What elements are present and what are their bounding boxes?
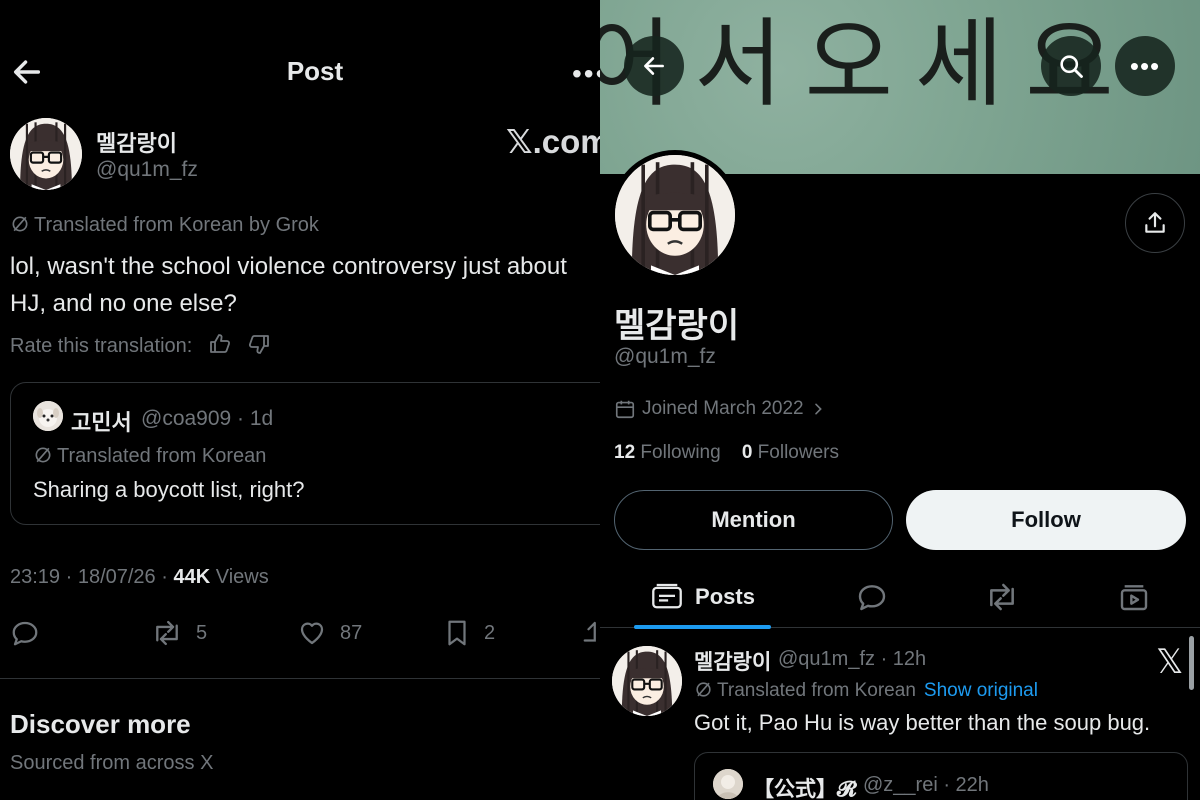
post-detail-pane: Post ••• 멜감랑이 @qu1m_fz 𝕏.com Translated … — [0, 0, 600, 800]
like-count: 87 — [340, 621, 363, 644]
profile-avatar[interactable] — [615, 155, 735, 275]
feed-translation-label: Translated from Korean — [717, 680, 916, 701]
x-logo-icon: 𝕏 — [1156, 643, 1184, 681]
profile-tabs: Posts — [600, 566, 1200, 629]
tab-replies[interactable] — [842, 566, 902, 628]
dog-avatar-icon — [33, 401, 63, 431]
share-button[interactable] — [582, 618, 600, 648]
profile-name: 멜감랑이 — [614, 307, 740, 345]
translation-label: Translated from Korean by Grok — [34, 214, 319, 236]
tab-posts-label: Posts — [695, 584, 755, 609]
thumbs-up-icon[interactable] — [208, 332, 232, 362]
rate-label: Rate this translation: — [10, 335, 193, 357]
feed-author-avatar[interactable] — [612, 646, 682, 716]
posts-icon — [652, 583, 682, 609]
view-count: 44K — [173, 566, 211, 588]
translation-notice: Translated from Korean by Grok — [10, 214, 319, 237]
post-text: lol, wasn't the school violence controve… — [10, 253, 567, 317]
joined-label: Joined March 2022 — [642, 398, 804, 419]
calendar-icon — [615, 400, 635, 419]
feed-author-name[interactable]: 멜감랑이 — [694, 646, 771, 676]
profile-handle: @qu1m_fz — [614, 345, 716, 368]
author-handle[interactable]: @qu1m_fz — [96, 158, 198, 182]
share-icon — [1145, 212, 1165, 233]
author-avatar[interactable] — [10, 118, 82, 190]
avatar-illustration-icon — [10, 118, 82, 190]
following-link[interactable]: 12 Following — [614, 442, 721, 463]
views-label: Views — [210, 566, 269, 588]
mention-button[interactable]: Mention — [614, 490, 893, 550]
followers-link[interactable]: 0 Followers — [742, 442, 839, 463]
active-tab-indicator — [634, 625, 771, 629]
bookmark-count: 2 — [484, 621, 496, 644]
followers-count: 0 — [741, 442, 753, 463]
followers-label: Followers — [752, 442, 839, 463]
post-meta: 23:19 · 18/07/26 · 44K Views — [10, 566, 269, 589]
profile-pane: 어서오세요 ••• 멜감랑이 @qu1m_fz Joined March 202… — [600, 0, 1200, 800]
quoted-author-name: 고민서 — [71, 410, 132, 435]
repost-icon — [156, 620, 178, 646]
avatar-illustration-icon — [615, 155, 735, 275]
following-count: 12 — [614, 442, 636, 463]
avatar-illustration-icon — [612, 646, 682, 716]
post-timestamp: 23:19 · 18/07/26 · — [10, 566, 174, 588]
reply-button[interactable] — [10, 618, 40, 648]
quoted-translation-label: Translated from Korean — [57, 445, 267, 467]
scrollbar[interactable] — [1189, 636, 1194, 690]
back-arrow-icon — [644, 57, 664, 75]
translate-icon — [12, 216, 28, 232]
bookmark-icon — [448, 620, 466, 646]
heart-icon — [300, 622, 324, 645]
quoted-text: Sharing a boycott list, right? — [33, 477, 305, 502]
chevron-right-icon — [814, 403, 822, 415]
reply-icon — [858, 585, 886, 611]
tab-posts[interactable]: Posts — [634, 566, 772, 628]
discover-more-heading: Discover more — [10, 709, 191, 739]
reply-icon — [12, 621, 38, 646]
repost-count: 5 — [196, 621, 208, 644]
feed-quoted-name: 【公式】𝓡 — [753, 778, 857, 800]
more-options-button[interactable]: ••• — [572, 58, 600, 90]
translate-icon — [35, 447, 51, 463]
feed-author-handle[interactable]: @qu1m_fz · 12h — [778, 648, 926, 671]
page-title: Post — [286, 56, 344, 86]
tab-media[interactable] — [1104, 566, 1164, 628]
follow-button[interactable]: Follow — [906, 490, 1186, 550]
media-icon — [1120, 585, 1148, 611]
feed-post-text: Got it, Pao Hu is way better than the so… — [694, 710, 1151, 735]
repost-icon — [990, 583, 1014, 611]
more-options-button[interactable]: ••• — [1115, 36, 1175, 96]
following-label: Following — [635, 442, 721, 463]
share-icon — [583, 621, 596, 642]
joined-date[interactable]: Joined March 2022 — [614, 398, 826, 420]
tab-reposts[interactable] — [972, 566, 1032, 628]
like-button[interactable]: 87 — [296, 618, 362, 648]
post-header: Post ••• — [0, 0, 600, 140]
bookmark-button[interactable]: 2 — [442, 618, 495, 648]
search-icon — [1060, 55, 1083, 78]
feed-translation-notice: Translated from Korean Show original — [694, 680, 1038, 702]
repost-button[interactable]: 5 — [150, 618, 207, 648]
back-button[interactable] — [624, 36, 684, 96]
quoted-avatar — [33, 401, 63, 431]
feed-quoted-handle: @z__rei · 22h — [863, 774, 989, 796]
follow-stats: 12 Following 0 Followers — [614, 442, 839, 464]
watermark: 𝕏.com — [506, 123, 600, 160]
quoted-author-handle: @coa909 · 1d — [141, 407, 274, 430]
divider — [0, 678, 600, 679]
author-name[interactable]: 멜감랑이 — [96, 126, 177, 158]
profile-banner[interactable]: 어서오세요 — [600, 0, 1200, 174]
rate-translation: Rate this translation: — [10, 332, 271, 362]
thumbs-down-icon[interactable] — [247, 332, 271, 362]
quoted-avatar-icon — [713, 769, 743, 799]
feed-quoted-post[interactable]: 【公式】𝓡 @z__rei · 22h — [694, 752, 1188, 800]
quoted-post[interactable]: 고민서 @coa909 · 1d Translated from Korean … — [10, 382, 600, 525]
search-button[interactable] — [1041, 36, 1101, 96]
feed-quoted-avatar — [713, 769, 743, 799]
quoted-translation-notice: Translated from Korean — [33, 445, 266, 468]
share-profile-button[interactable] — [1125, 193, 1185, 253]
show-original-link[interactable]: Show original — [924, 680, 1038, 701]
discover-more-subtitle: Sourced from across X — [10, 752, 214, 774]
translate-icon — [696, 682, 711, 697]
